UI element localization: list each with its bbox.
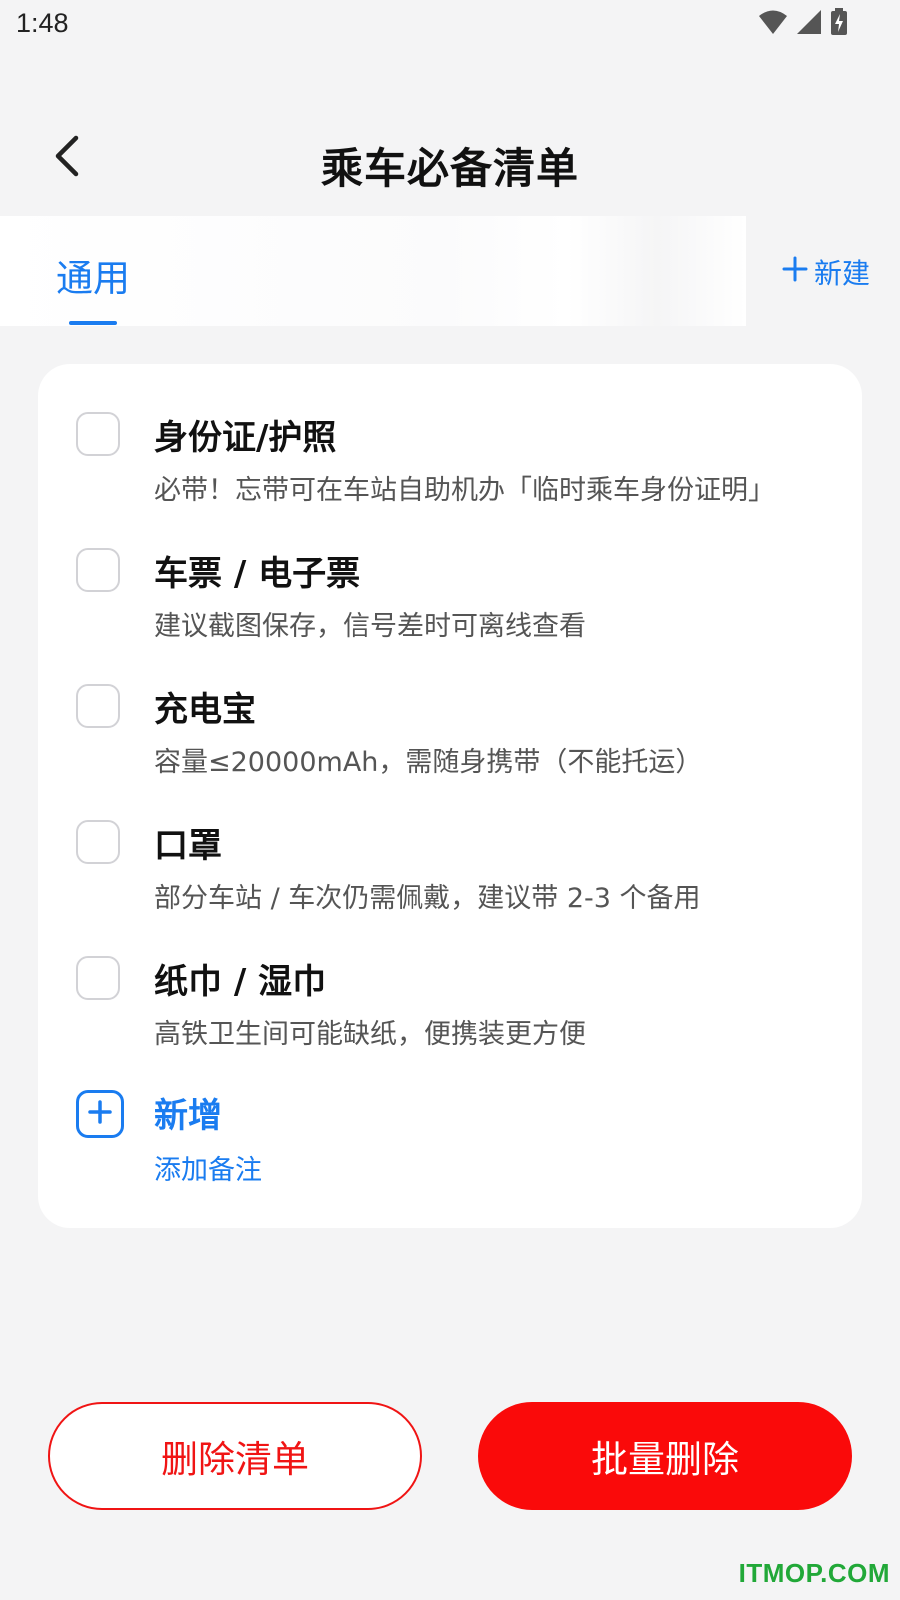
plus-square-icon	[87, 1099, 113, 1129]
add-note-link[interactable]: 添加备注	[154, 1148, 262, 1187]
add-item-button[interactable]	[76, 1090, 124, 1138]
checklist-item: 车票 / 电子票 建议截图保存，信号差时可离线查看	[38, 500, 862, 642]
delete-list-button[interactable]: 删除清单	[48, 1402, 422, 1510]
add-item-title[interactable]: 新增	[154, 1088, 222, 1137]
checklist-card: 身份证/护照 必带！忘带可在车站自助机办「临时乘车身份证明」 车票 / 电子票 …	[38, 364, 862, 1228]
page-title: 乘车必备清单	[320, 144, 579, 193]
item-title: 车票 / 电子票	[154, 554, 361, 594]
wifi-icon	[758, 9, 788, 35]
item-title: 纸巾 / 湿巾	[154, 962, 327, 1002]
add-item-row[interactable]: 新增 添加备注	[38, 1044, 862, 1186]
battery-charging-icon	[830, 8, 848, 36]
tab-strip: 通用	[0, 216, 746, 326]
item-title: 口罩	[154, 826, 222, 866]
checklist-item: 口罩 部分车站 / 车次仍需佩戴，建议带 2-3 个备用	[38, 772, 862, 914]
new-list-label: 新建	[813, 257, 870, 290]
item-checkbox[interactable]	[76, 548, 120, 592]
signal-icon	[796, 9, 822, 35]
batch-delete-button[interactable]: 批量删除	[478, 1402, 852, 1510]
status-time: 1:48	[16, 8, 69, 38]
tab-bar: 通用 新建	[0, 216, 900, 326]
tab-general[interactable]: 通用	[56, 248, 130, 302]
item-checkbox[interactable]	[76, 956, 120, 1000]
item-checkbox[interactable]	[76, 412, 120, 456]
item-title: 充电宝	[154, 690, 256, 730]
status-bar: 1:48	[0, 0, 900, 50]
new-list-button[interactable]: 新建	[782, 252, 870, 292]
item-checkbox[interactable]	[76, 820, 120, 864]
watermark: ITMOP.COM	[738, 1558, 890, 1588]
app-header: 乘车必备清单	[0, 115, 900, 210]
item-title: 身份证/护照	[154, 418, 337, 458]
active-tab-indicator	[69, 321, 117, 325]
checklist-item: 纸巾 / 湿巾 高铁卫生间可能缺纸，便携装更方便	[38, 908, 862, 1050]
item-checkbox[interactable]	[76, 684, 120, 728]
checklist-item: 身份证/护照 必带！忘带可在车站自助机办「临时乘车身份证明」	[38, 364, 862, 506]
checklist-item: 充电宝 容量≤20000mAh，需随身携带（不能托运）	[38, 636, 862, 778]
plus-icon	[782, 256, 808, 289]
status-icons	[758, 8, 848, 36]
